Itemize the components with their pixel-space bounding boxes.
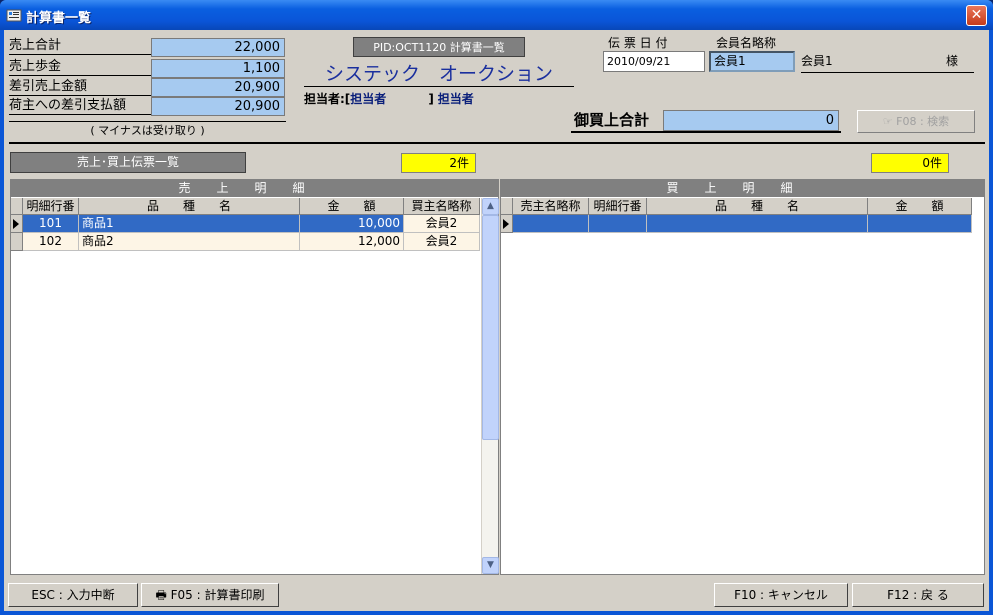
table-cell[interactable] <box>589 215 647 233</box>
staff-value: 担当者 <box>350 92 387 106</box>
purchase-total-underline <box>571 131 841 133</box>
sales-total-label: 売上合計 <box>9 36 152 55</box>
slip-date-field[interactable]: 2010/09/21 <box>603 51 705 72</box>
back-button[interactable]: F12 : 戻 る <box>852 583 984 607</box>
purchase-col-seller[interactable]: 売主名略称 <box>513 198 589 215</box>
current-row-arrow-icon <box>503 219 509 229</box>
table-cell[interactable]: 102 <box>23 233 79 251</box>
program-id: PID:OCT1120 計算書一覧 <box>353 37 525 57</box>
table-cell[interactable]: 10,000 <box>300 215 404 233</box>
vertical-scrollbar[interactable]: ▲ ▼ <box>481 198 499 574</box>
table-cell[interactable]: 商品2 <box>79 233 300 251</box>
staff-bracket: ] <box>428 92 434 106</box>
minus-note: ( マイナスは受け取り ) <box>9 121 286 139</box>
search-button-label: F08 : 検索 <box>896 115 950 128</box>
purchase-col-line-no[interactable]: 明細行番 <box>589 198 647 215</box>
shipper-payment-label: 荷主への差引支払額 <box>9 96 152 115</box>
search-button[interactable]: ☞ F08 : 検索 <box>857 110 975 133</box>
sales-col-buyer[interactable]: 買主名略称 <box>404 198 480 215</box>
cancel-button[interactable]: F10 : キャンセル <box>714 583 848 607</box>
staff-prefix: 担当者:[ <box>304 92 351 106</box>
table-cell[interactable]: 会員2 <box>404 233 480 251</box>
sales-col-line-no[interactable]: 明細行番 <box>23 198 79 215</box>
table-cell[interactable]: 会員2 <box>404 215 480 233</box>
app-window: 計算書一覧 ✕ 売上合計 22,000 売上歩金 1,100 差引売上金額 20… <box>0 0 993 615</box>
sales-corner-header <box>11 198 23 215</box>
search-icon: ☞ <box>882 115 897 128</box>
member-name-text: 会員1 <box>801 54 833 68</box>
company-name: システック オークション <box>304 61 574 87</box>
net-sales-label: 差引売上金額 <box>9 77 152 96</box>
sales-total-value: 22,000 <box>151 38 285 57</box>
purchase-corner-header <box>501 198 513 215</box>
sales-col-item-name[interactable]: 品 種 名 <box>79 198 300 215</box>
current-row-arrow-icon <box>13 219 19 229</box>
shipper-payment-value: 20,900 <box>151 97 285 116</box>
net-sales-value: 20,900 <box>151 78 285 97</box>
close-button[interactable]: ✕ <box>966 5 987 26</box>
sales-grid-title: 売上明細 <box>11 180 498 197</box>
esc-cancel-input-button[interactable]: ESC : 入力中断 <box>8 583 138 607</box>
honorific: 様 <box>945 54 958 68</box>
table-cell[interactable]: 商品1 <box>79 215 300 233</box>
table-cell[interactable]: 12,000 <box>300 233 404 251</box>
purchase-grid: 買上明細 売主名略称 明細行番 品 種 名 金 額 <box>500 179 985 575</box>
sales-commission-label: 売上歩金 <box>9 57 152 76</box>
client-area: 売上合計 22,000 売上歩金 1,100 差引売上金額 20,900 荷主へ… <box>4 30 989 611</box>
table-cell[interactable] <box>647 215 868 233</box>
member-name: 会員1 様 <box>801 52 974 73</box>
scroll-up-icon[interactable]: ▲ <box>482 198 499 215</box>
slip-list-button[interactable]: 売上･買上伝票一覧 <box>10 152 246 173</box>
app-icon <box>6 9 22 22</box>
table-cell[interactable] <box>868 215 972 233</box>
title-bar[interactable]: 計算書一覧 ✕ <box>0 0 993 30</box>
staff-label: 担当者:[担当者] 担当者 <box>304 90 474 108</box>
purchase-total-label: 御買上合計 <box>574 111 650 129</box>
slip-date-label: 伝 票 日 付 <box>608 36 668 50</box>
print-statement-label: F05 : 計算書印刷 <box>170 588 265 602</box>
printer-icon: 🖶 <box>155 588 171 602</box>
purchase-col-amount[interactable]: 金 額 <box>868 198 972 215</box>
staff-value-2: 担当者 <box>437 92 474 106</box>
sales-grid: 売上明細 明細行番 品 種 名 金 額 買主名略称 101 商品1 10,000… <box>10 179 499 575</box>
member-abbr-label: 会員名略称 <box>716 36 777 50</box>
row-selector[interactable] <box>11 233 23 251</box>
sales-count-badge: 2件 <box>401 153 476 173</box>
purchase-count-badge: 0件 <box>871 153 949 173</box>
sales-commission-value: 1,100 <box>151 59 285 78</box>
row-selector[interactable] <box>11 215 23 233</box>
scroll-down-icon[interactable]: ▼ <box>482 557 499 574</box>
row-selector[interactable] <box>501 215 513 233</box>
table-cell[interactable] <box>513 215 589 233</box>
print-statement-button[interactable]: 🖶 F05 : 計算書印刷 <box>141 583 279 607</box>
window-title: 計算書一覧 <box>26 11 92 26</box>
purchase-grid-title: 買上明細 <box>501 180 984 197</box>
purchase-total-value: 0 <box>663 110 839 131</box>
scroll-thumb[interactable] <box>482 215 499 440</box>
table-cell[interactable]: 101 <box>23 215 79 233</box>
divider <box>9 142 985 144</box>
member-code-field[interactable]: 会員1 <box>709 51 795 72</box>
purchase-col-item-name[interactable]: 品 種 名 <box>647 198 868 215</box>
sales-col-amount[interactable]: 金 額 <box>300 198 404 215</box>
